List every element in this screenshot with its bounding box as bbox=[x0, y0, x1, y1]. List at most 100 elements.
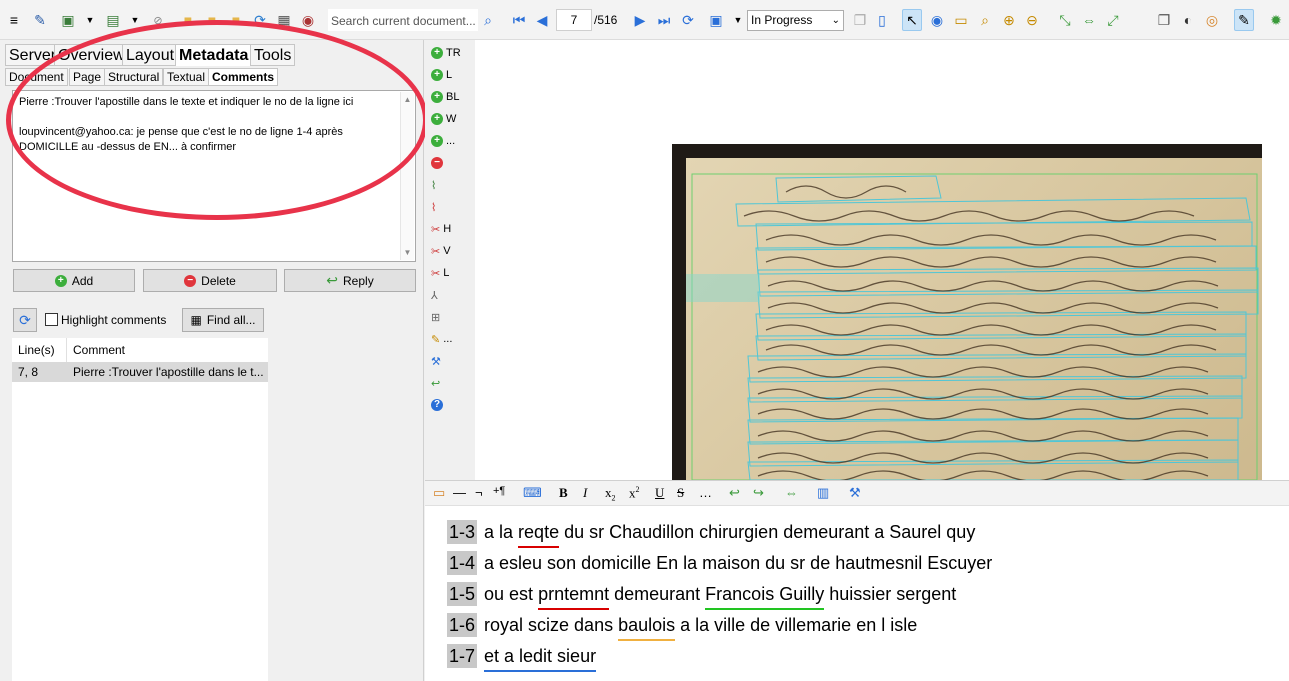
tab-metadata[interactable]: Metadata bbox=[175, 44, 253, 66]
table-tool[interactable]: ⊞ bbox=[431, 308, 473, 326]
image-canvas[interactable] bbox=[475, 40, 1289, 480]
more-tools[interactable]: ✎... bbox=[431, 330, 473, 348]
dash-icon[interactable]: — bbox=[453, 485, 466, 500]
zoom-in-icon[interactable]: ⊕ bbox=[999, 9, 1019, 31]
highlight-checkbox[interactable] bbox=[45, 313, 58, 326]
subtab-document[interactable]: Document bbox=[5, 68, 68, 86]
feather-icon[interactable]: ✎ bbox=[30, 9, 50, 31]
undo-tool[interactable]: ↩ bbox=[431, 374, 473, 392]
add-point-tool[interactable]: ⌇ bbox=[431, 176, 473, 194]
column-header-lines[interactable]: Line(s) bbox=[18, 338, 55, 362]
subtab-page[interactable]: Page bbox=[69, 68, 106, 86]
scroll-up-icon[interactable]: ▲ bbox=[401, 92, 414, 107]
reload-icon[interactable]: ⟳ bbox=[678, 9, 698, 31]
keyboard-icon[interactable]: ⌨ bbox=[523, 485, 542, 501]
wrench-icon[interactable]: ⚒ bbox=[849, 485, 861, 501]
tab-server[interactable]: Server bbox=[5, 44, 61, 66]
contrast-icon[interactable]: ◐ bbox=[1178, 9, 1198, 31]
search-icon[interactable]: ⌕ bbox=[478, 9, 498, 31]
folder-icon[interactable]: ■ bbox=[178, 9, 198, 31]
remove-tool[interactable]: − bbox=[431, 154, 473, 172]
transcript-line[interactable]: 1-3 a la reqte du sr Chaudillon chirurgie… bbox=[447, 520, 975, 548]
remove-point-tool[interactable]: ⌇ bbox=[431, 198, 473, 216]
scroll-down-icon[interactable]: ▼ bbox=[401, 245, 414, 260]
swap-icon[interactable]: ⇔ bbox=[785, 485, 798, 500]
zoom-out-icon[interactable]: ⊖ bbox=[1022, 9, 1042, 31]
add-button[interactable]: + Add bbox=[13, 269, 135, 292]
add-line-tool[interactable]: + L bbox=[431, 66, 473, 84]
reply-button[interactable]: ↩ Reply bbox=[284, 269, 416, 292]
add-baseline-tool[interactable]: + BL bbox=[431, 88, 473, 106]
table-row[interactable]: 7, 8 Pierre :Trouver l'apostille dans le… bbox=[12, 362, 268, 382]
edit-icon[interactable]: ✎ bbox=[1234, 9, 1254, 31]
copy-icon[interactable]: ❐ bbox=[850, 9, 870, 31]
tab-overview[interactable]: Overview bbox=[54, 44, 129, 66]
transcription-editor[interactable]: 1-3 a la reqte du sr Chaudillon chirurgie… bbox=[425, 506, 1289, 681]
italic-icon[interactable]: I bbox=[583, 485, 587, 501]
status-select[interactable]: In Progress ⌄ bbox=[747, 10, 844, 31]
open-icon[interactable]: ▣ bbox=[58, 9, 78, 31]
fit-width-icon[interactable]: ⇔ bbox=[1079, 9, 1099, 31]
windows-icon[interactable]: ❐ bbox=[1154, 9, 1174, 31]
view-icon[interactable]: ◉ bbox=[927, 9, 947, 31]
bold-icon[interactable]: B bbox=[559, 485, 568, 501]
underline-icon[interactable]: U bbox=[655, 485, 664, 501]
zoom-icon[interactable]: ⌕ bbox=[975, 9, 995, 31]
subtab-structural[interactable]: Structural bbox=[104, 68, 164, 86]
subscript-icon[interactable]: x2 bbox=[605, 485, 616, 503]
comment-scrollbar[interactable]: ▲ ▼ bbox=[400, 92, 414, 260]
zoom-region-icon[interactable]: ▭ bbox=[951, 9, 971, 31]
first-page-icon[interactable]: ⏮ bbox=[509, 9, 529, 31]
settings-icon[interactable]: ◎ bbox=[1202, 9, 1222, 31]
help-tool[interactable]: ? bbox=[431, 396, 473, 414]
split-line-tool[interactable]: ✂ L bbox=[431, 264, 473, 282]
info-icon[interactable]: ⊘ bbox=[148, 9, 168, 31]
menu-icon[interactable]: ≡ bbox=[4, 9, 24, 31]
export-icon[interactable]: ▤ bbox=[103, 9, 123, 31]
find-all-button[interactable]: ▦ Find all... bbox=[182, 308, 264, 332]
subtab-textual[interactable]: Textual bbox=[163, 68, 210, 86]
merge-tool[interactable]: ⅄ bbox=[431, 286, 473, 304]
open-dropdown-icon[interactable]: ▼ bbox=[80, 9, 100, 31]
wrench-tool[interactable]: ⚒ bbox=[431, 352, 473, 370]
tab-tools[interactable]: Tools bbox=[250, 44, 296, 66]
previous-page-icon[interactable]: ◀ bbox=[532, 9, 552, 31]
add-more-tool[interactable]: +... bbox=[431, 132, 473, 150]
refresh-comments-button[interactable]: ⟳ bbox=[13, 308, 37, 332]
delete-button[interactable]: − Delete bbox=[143, 269, 277, 292]
redo-icon[interactable]: ↪ bbox=[753, 485, 764, 501]
fit-icon[interactable]: ⤡ bbox=[1055, 9, 1075, 31]
subtab-comments[interactable]: Comments bbox=[208, 68, 279, 86]
search-input[interactable]: Search current document... bbox=[328, 9, 478, 31]
page-number-input[interactable]: 7 bbox=[556, 9, 592, 31]
next-page-icon[interactable]: ▶ bbox=[630, 9, 650, 31]
undo-icon[interactable]: ↩ bbox=[729, 485, 740, 501]
more-format-icon[interactable]: … bbox=[699, 485, 712, 500]
export-dropdown-icon[interactable]: ▼ bbox=[125, 9, 145, 31]
bug-icon[interactable]: ✹ bbox=[1266, 9, 1286, 31]
column-header-comment[interactable]: Comment bbox=[73, 338, 125, 362]
last-page-icon[interactable]: ⏭ bbox=[654, 9, 674, 31]
fit-height-icon[interactable]: ⤢ bbox=[1103, 9, 1123, 31]
comment-textarea[interactable]: Pierre :Trouver l'apostille dans le text… bbox=[12, 90, 416, 262]
mark-icon[interactable]: ▭ bbox=[433, 485, 445, 501]
strikethrough-icon[interactable]: S bbox=[677, 485, 684, 501]
tab-layout[interactable]: Layout bbox=[122, 44, 179, 66]
layout-icon[interactable]: ▥ bbox=[817, 485, 829, 501]
transcript-line[interactable]: 1-5 ou est prntemnt demeurant Francois Gu… bbox=[447, 582, 956, 610]
superscript-icon[interactable]: x2 bbox=[629, 485, 640, 501]
transcript-line[interactable]: 1-7 et a ledit sieur bbox=[447, 644, 597, 672]
transcript-line[interactable]: 1-4 a esleu son domicille En la maison du… bbox=[447, 551, 992, 575]
select-cursor-icon[interactable]: ↖ bbox=[902, 9, 922, 31]
not-sign-icon[interactable]: ¬ bbox=[475, 485, 483, 500]
save-icon[interactable]: ▣ bbox=[706, 9, 726, 31]
pilcrow-icon[interactable]: +¶ bbox=[493, 485, 505, 497]
split-vertical-tool[interactable]: ✂ V bbox=[431, 242, 473, 260]
folder-open-icon[interactable]: ■ bbox=[202, 9, 222, 31]
save-dropdown-icon[interactable]: ▼ bbox=[728, 9, 748, 31]
refresh-icon[interactable]: ⟳ bbox=[250, 9, 270, 31]
transcript-line[interactable]: 1-6 royal scize dans baulois a la ville d… bbox=[447, 613, 917, 641]
library-icon[interactable]: ◉ bbox=[298, 9, 318, 31]
split-horizontal-tool[interactable]: ✂ H bbox=[431, 220, 473, 238]
collection-icon[interactable]: ▦ bbox=[274, 9, 294, 31]
